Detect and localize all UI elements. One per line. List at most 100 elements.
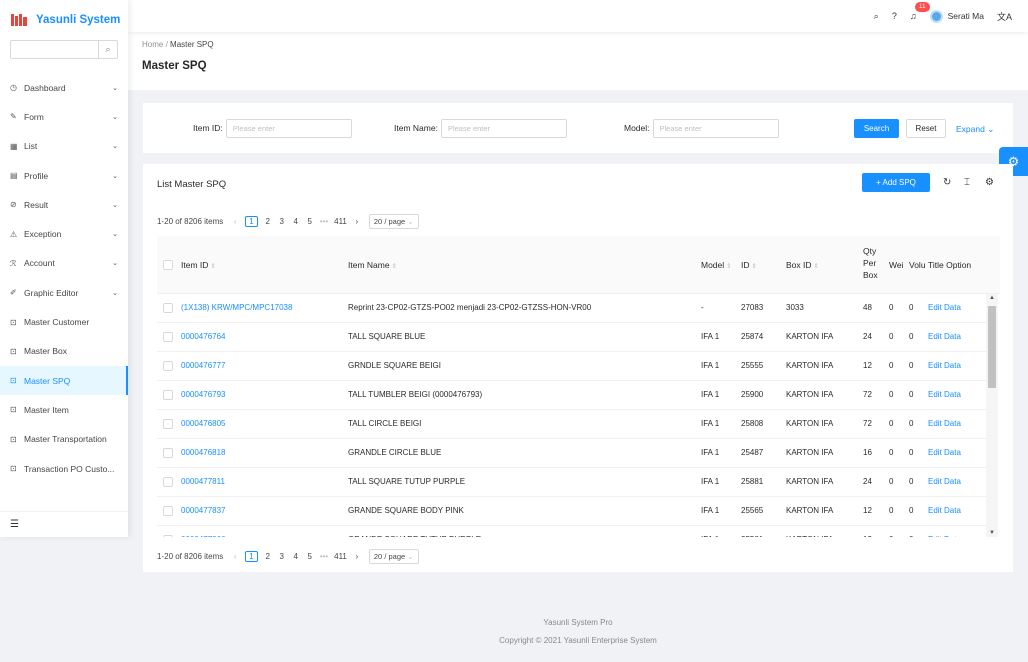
sidebar-search-button[interactable]: ⌕ — [98, 41, 117, 58]
cell-action[interactable]: Edit Data — [928, 419, 961, 428]
item-id-input[interactable] — [225, 118, 352, 138]
page-last[interactable]: 411 — [334, 217, 347, 226]
sidebar-item[interactable]: ✐ Graphic Editor ⌄ — [0, 278, 128, 307]
table-row[interactable]: 0000476818 GRANDLE CIRCLE BLUE IFA 1 25487 K… — [157, 439, 986, 468]
cell-item-id[interactable]: 0000477811 — [181, 477, 225, 486]
page-1[interactable]: 1 — [245, 551, 258, 562]
cell-action[interactable]: Edit Data — [928, 390, 961, 399]
help-icon[interactable]: ? — [892, 11, 897, 21]
row-checkbox[interactable] — [163, 419, 173, 429]
page-1[interactable]: 1 — [245, 216, 258, 227]
page-4[interactable]: 4 — [292, 552, 300, 561]
cell-item-id[interactable]: 0000476805 — [181, 419, 226, 428]
sidebar-item[interactable]: ⊡ Transaction PO Custo... — [0, 454, 128, 483]
page-ellipsis[interactable]: ••• — [320, 217, 328, 226]
sidebar-item[interactable]: ▦ List ⌄ — [0, 132, 128, 161]
cell-action[interactable]: Edit Data — [928, 477, 961, 486]
table-row[interactable]: 0000477866 GRANDE SQUARE TUTUP PURPLE IFA … — [157, 526, 986, 537]
prev-page-icon[interactable]: ‹ — [231, 217, 239, 226]
cell-action[interactable]: Edit Data — [928, 332, 961, 341]
prev-page-icon[interactable]: ‹ — [231, 552, 239, 561]
col-id[interactable]: ID ⇕ — [741, 260, 757, 270]
row-checkbox[interactable] — [163, 361, 173, 371]
sidebar-item[interactable]: ◷ Dashboard ⌄ — [0, 73, 128, 102]
col-box-id[interactable]: Box ID ⇕ — [786, 260, 819, 270]
page-size-select[interactable]: 20 / page ⌄ — [368, 549, 419, 564]
table-body[interactable]: (1X138) KRW/MPC/MPC17038 Reprint 23-CP02-… — [157, 294, 1000, 537]
logo[interactable]: Yasunli System — [0, 0, 128, 40]
page-3[interactable]: 3 — [278, 217, 286, 226]
page-5[interactable]: 5 — [306, 217, 314, 226]
cell-action[interactable]: Edit Data — [928, 303, 961, 312]
cell-item-id[interactable]: (1X138) KRW/MPC/MPC17038 — [181, 303, 292, 312]
cell-item-id[interactable]: 0000476764 — [181, 332, 226, 341]
expand-toggle[interactable]: Expand ⌄ — [956, 124, 994, 135]
cell-item-id[interactable]: 0000476818 — [181, 448, 226, 457]
item-name-input[interactable] — [440, 118, 567, 138]
sidebar-item[interactable]: ✎ Form ⌄ — [0, 102, 128, 131]
cell-item-id[interactable]: 0000476777 — [181, 361, 226, 370]
column-height-icon[interactable]: ⌶ — [964, 177, 970, 188]
page-4[interactable]: 4 — [292, 217, 300, 226]
breadcrumb-home[interactable]: Home — [142, 40, 163, 49]
row-checkbox[interactable] — [163, 506, 173, 516]
sidebar-search-input[interactable] — [11, 41, 98, 58]
cell-item-id[interactable]: 0000477837 — [181, 506, 226, 515]
page-last[interactable]: 411 — [334, 552, 347, 561]
select-all-checkbox[interactable] — [163, 260, 173, 270]
table-row[interactable]: 0000476793 TALL TUMBLER BEIGI (0000476793… — [157, 381, 986, 410]
scroll-thumb[interactable] — [988, 306, 996, 388]
sidebar-item[interactable]: ⊘ Result ⌄ — [0, 190, 128, 219]
page-3[interactable]: 3 — [278, 552, 286, 561]
cell-action[interactable]: Edit Data — [928, 448, 961, 457]
sidebar-item[interactable]: ⊡ Master Customer — [0, 307, 128, 336]
next-page-icon[interactable]: › — [353, 217, 361, 226]
language-icon[interactable]: 文A — [997, 10, 1012, 23]
col-item-name[interactable]: Item Name ⇕ — [348, 260, 397, 270]
collapse-menu-button[interactable]: ☰ — [0, 511, 128, 537]
cell-action[interactable]: Edit Data — [928, 506, 961, 515]
row-checkbox[interactable] — [163, 390, 173, 400]
cell-item-id[interactable]: 0000477866 — [181, 535, 226, 537]
table-row[interactable]: 0000477811 TALL SQUARE TUTUP PURPLE IFA 1 2… — [157, 468, 986, 497]
col-model[interactable]: Model ⇕ — [701, 260, 732, 270]
row-checkbox[interactable] — [163, 303, 173, 313]
sidebar-item[interactable]: ▤ Profile ⌄ — [0, 161, 128, 190]
page-ellipsis[interactable]: ••• — [320, 552, 328, 561]
table-row[interactable]: (1X138) KRW/MPC/MPC17038 Reprint 23-CP02-… — [157, 294, 986, 323]
col-item-id[interactable]: Item ID ⇕ — [181, 260, 216, 270]
table-settings-icon[interactable]: ⚙ — [985, 177, 994, 188]
table-row[interactable]: 0000477837 GRANDE SQUARE BODY PINK IFA 1 25… — [157, 497, 986, 526]
row-checkbox[interactable] — [163, 332, 173, 342]
notification-bell-icon[interactable]: ♫ 11 — [910, 2, 930, 21]
reload-icon[interactable]: ↻ — [943, 177, 951, 188]
page-5[interactable]: 5 — [306, 552, 314, 561]
cell-action[interactable]: Edit Data — [928, 361, 961, 370]
sidebar-item[interactable]: ⊡ Master Item — [0, 395, 128, 424]
search-button[interactable]: Search — [854, 119, 899, 138]
sidebar-item[interactable]: ℛ Account ⌄ — [0, 249, 128, 278]
scroll-down-icon[interactable]: ▼ — [989, 530, 995, 536]
page-2[interactable]: 2 — [264, 552, 272, 561]
row-checkbox[interactable] — [163, 448, 173, 458]
table-scrollbar[interactable]: ▲ ▼ — [986, 294, 998, 537]
sidebar-item[interactable]: ⊡ Master SPQ — [0, 365, 128, 396]
sidebar-item[interactable]: ⊡ Master Box — [0, 337, 128, 366]
table-row[interactable]: 0000476805 TALL CIRCLE BEIGI IFA 1 25808 KAR… — [157, 410, 986, 439]
next-page-icon[interactable]: › — [353, 552, 361, 561]
page-2[interactable]: 2 — [264, 217, 272, 226]
row-checkbox[interactable] — [163, 535, 173, 537]
reset-button[interactable]: Reset — [906, 119, 946, 138]
model-input[interactable] — [652, 118, 779, 138]
user-menu[interactable]: Serati Ma — [929, 9, 984, 23]
sidebar-item[interactable]: ⊡ Master Transportation — [0, 425, 128, 454]
table-row[interactable]: 0000476764 TALL SQUARE BLUE IFA 1 25874 KART… — [157, 323, 986, 352]
scroll-up-icon[interactable]: ▲ — [989, 295, 995, 301]
page-size-select[interactable]: 20 / page ⌄ — [368, 214, 419, 229]
row-checkbox[interactable] — [163, 477, 173, 487]
sidebar-item[interactable]: ⚠ Exception ⌄ — [0, 219, 128, 248]
cell-action[interactable]: Edit Data — [928, 535, 961, 537]
cell-item-id[interactable]: 0000476793 — [181, 390, 226, 399]
table-row[interactable]: 0000476777 GRNDLE SQUARE BEIGI IFA 1 25555 K… — [157, 352, 986, 381]
header-search-icon[interactable]: ⌕ — [874, 11, 879, 22]
